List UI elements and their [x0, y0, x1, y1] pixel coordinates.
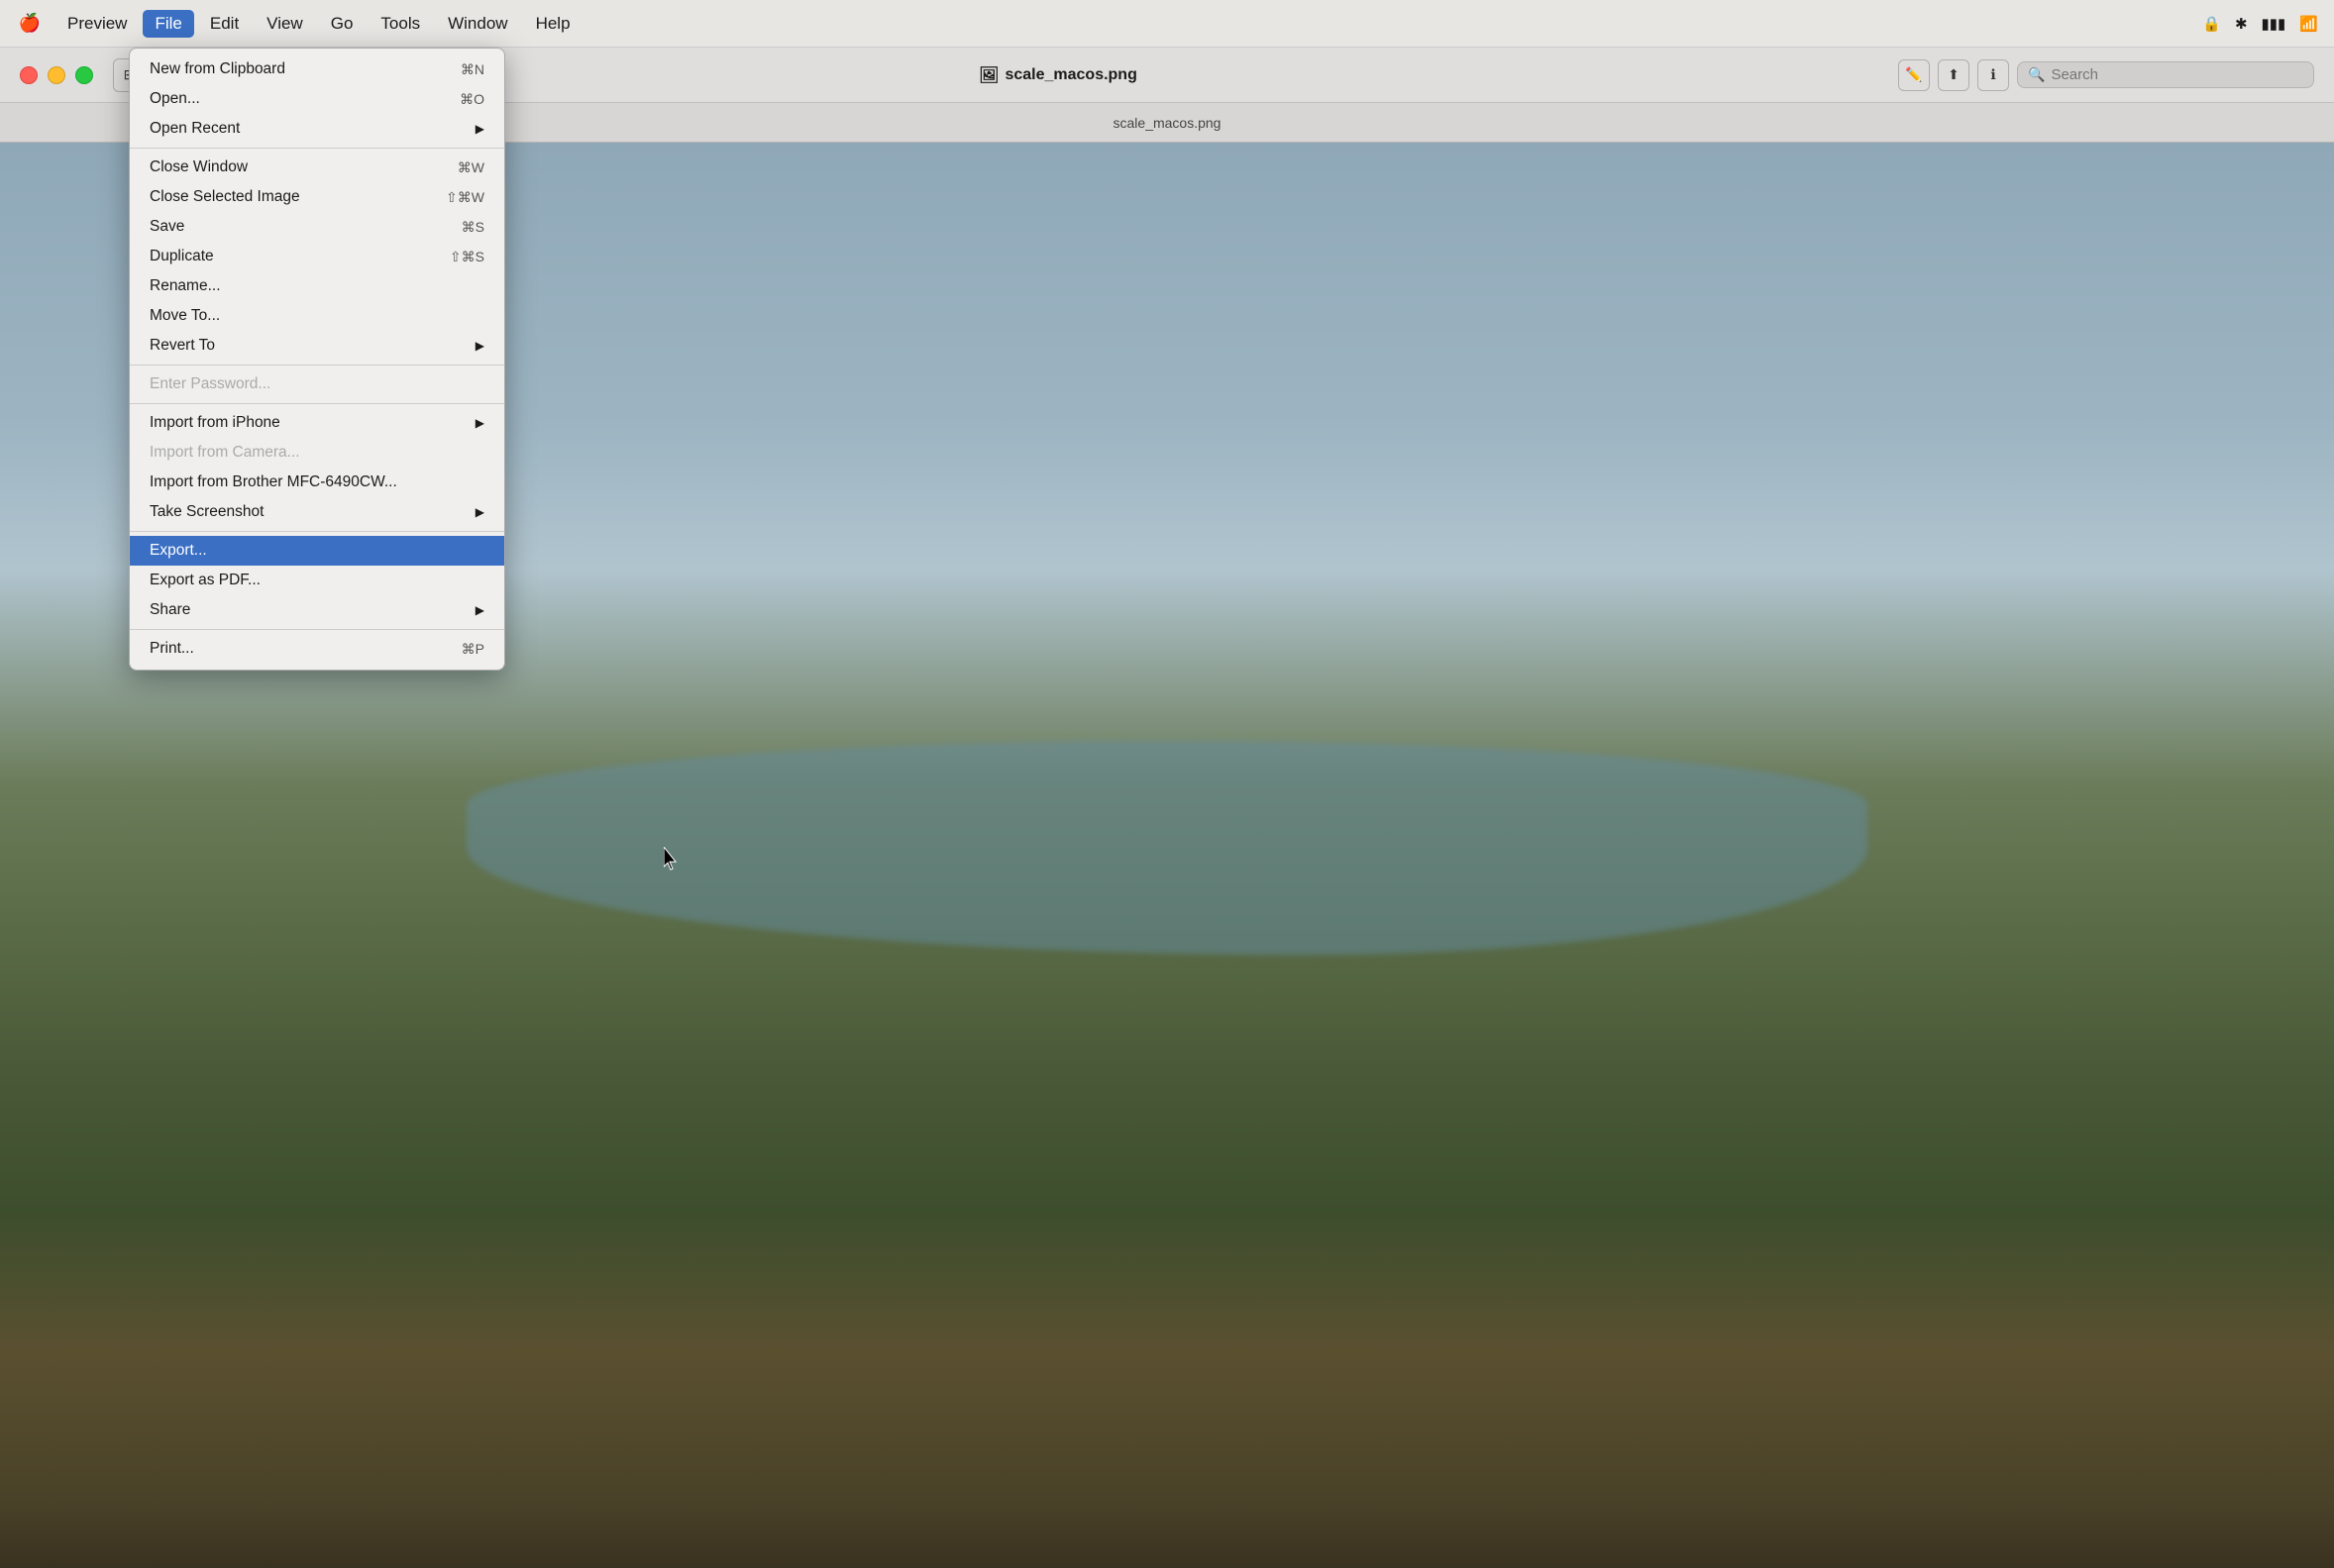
share-button[interactable]: ⬆ [1938, 59, 1969, 91]
menubar-system-icons: 🔒 ✱ ▮▮▮ 📶 [2202, 15, 2318, 33]
lock-icon: 🔒 [2202, 15, 2221, 33]
menu-item-close-selected[interactable]: Close Selected Image ⇧⌘W [130, 182, 504, 212]
edit-button[interactable]: ✏️ [1898, 59, 1930, 91]
file-icon: 🖼 [979, 65, 999, 85]
close-button[interactable] [20, 66, 38, 84]
bluetooth-icon: ✱ [2235, 15, 2248, 33]
menu-item-share[interactable]: Share ▶ [130, 595, 504, 625]
menu-item-save[interactable]: Save ⌘S [130, 212, 504, 242]
menu-separator-2 [130, 365, 504, 366]
menu-item-open-recent[interactable]: Open Recent ▶ [130, 114, 504, 144]
info-button[interactable]: ℹ [1977, 59, 2009, 91]
menu-item-import-brother[interactable]: Import from Brother MFC-6490CW... [130, 468, 504, 497]
menu-separator-1 [130, 148, 504, 149]
menubar-item-go[interactable]: Go [319, 10, 366, 38]
menu-separator-5 [130, 629, 504, 630]
file-menu-dropdown: New from Clipboard ⌘N Open... ⌘O Open Re… [129, 48, 505, 671]
search-input[interactable] [2051, 66, 2303, 83]
menubar-item-preview[interactable]: Preview [55, 10, 139, 38]
image-filename: scale_macos.png [1114, 115, 1221, 131]
menu-item-take-screenshot[interactable]: Take Screenshot ▶ [130, 497, 504, 527]
menubar-item-view[interactable]: View [255, 10, 315, 38]
menu-item-new-from-clipboard[interactable]: New from Clipboard ⌘N [130, 54, 504, 84]
menu-item-revert-to[interactable]: Revert To ▶ [130, 331, 504, 361]
menubar-item-tools[interactable]: Tools [369, 10, 432, 38]
menu-item-open[interactable]: Open... ⌘O [130, 84, 504, 114]
menu-item-close-window[interactable]: Close Window ⌘W [130, 153, 504, 182]
menubar-item-help[interactable]: Help [524, 10, 583, 38]
fullscreen-button[interactable] [75, 66, 93, 84]
menubar-item-file[interactable]: File [143, 10, 193, 38]
menu-item-import-camera: Import from Camera... [130, 438, 504, 468]
menubar-item-edit[interactable]: Edit [198, 10, 251, 38]
menu-item-duplicate[interactable]: Duplicate ⇧⌘S [130, 242, 504, 271]
apple-menu-icon[interactable]: 🍎 [16, 10, 44, 38]
menu-item-move-to[interactable]: Move To... [130, 301, 504, 331]
menu-separator-3 [130, 403, 504, 404]
battery-icon: ▮▮▮ [2262, 15, 2286, 33]
menu-item-export[interactable]: Export... [130, 536, 504, 566]
menu-separator-4 [130, 531, 504, 532]
traffic-lights [20, 66, 93, 84]
wifi-icon: 📶 [2299, 15, 2318, 33]
menu-item-export-pdf[interactable]: Export as PDF... [130, 566, 504, 595]
menubar: 🍎 Preview File Edit View Go Tools Window… [0, 0, 2334, 48]
menu-item-enter-password: Enter Password... [130, 369, 504, 399]
menu-item-rename[interactable]: Rename... [130, 271, 504, 301]
menubar-item-window[interactable]: Window [436, 10, 519, 38]
menu-item-print[interactable]: Print... ⌘P [130, 634, 504, 664]
minimize-button[interactable] [48, 66, 65, 84]
menu-item-import-iphone[interactable]: Import from iPhone ▶ [130, 408, 504, 438]
search-bar[interactable]: 🔍 [2017, 61, 2314, 88]
search-icon: 🔍 [2028, 66, 2045, 83]
toolbar-right: ✏️ ⬆ ℹ 🔍 [1898, 59, 2314, 91]
